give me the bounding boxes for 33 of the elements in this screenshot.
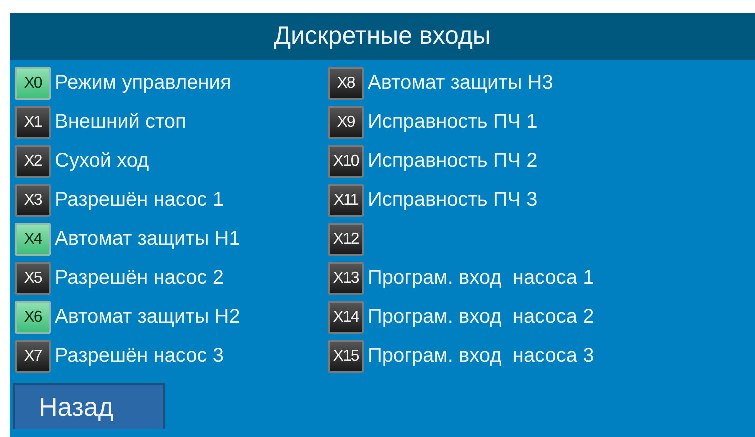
input-indicator: X4 (15, 223, 51, 256)
input-label: Разрешён насос 3 (55, 345, 224, 368)
input-indicator: X3 (15, 184, 51, 217)
input-indicator: X5 (15, 262, 51, 295)
input-indicator: X12 (328, 223, 364, 256)
input-label: Автомат защиты Н1 (55, 228, 240, 251)
input-label: Сухой ход (55, 150, 150, 173)
input-label: Исправность ПЧ 1 (368, 111, 538, 134)
input-indicator: X11 (328, 184, 364, 217)
input-indicator: X8 (328, 67, 364, 100)
input-indicator: X2 (15, 145, 51, 178)
input-indicator: X13 (328, 262, 364, 295)
input-indicator: X7 (15, 340, 51, 373)
input-label: Исправность ПЧ 2 (368, 150, 538, 173)
back-button[interactable]: Назад (13, 383, 165, 429)
input-indicator: X0 (15, 67, 51, 100)
input-indicator: X15 (328, 340, 364, 373)
input-label: Внешний стоп (55, 111, 186, 134)
input-indicator: X1 (15, 106, 51, 139)
input-label: Програм. вход насоса 1 (368, 267, 594, 290)
input-indicator: X14 (328, 301, 364, 334)
input-label: Разрешён насос 1 (55, 189, 224, 212)
input-label: Автомат защиты Н3 (368, 72, 554, 95)
input-label: Разрешён насос 2 (55, 267, 224, 290)
input-label: Исправность ПЧ 3 (368, 189, 538, 212)
input-indicator: X9 (328, 106, 364, 139)
input-label: Програм. вход насоса 3 (368, 345, 594, 368)
screen-title: Дискретные входы (274, 22, 491, 51)
input-label: Режим управления (55, 72, 232, 95)
input-indicator: X10 (328, 145, 364, 178)
input-label: Автомат защиты Н2 (55, 306, 240, 329)
input-label: Програм. вход насоса 2 (368, 306, 594, 329)
input-indicator: X6 (15, 301, 51, 334)
